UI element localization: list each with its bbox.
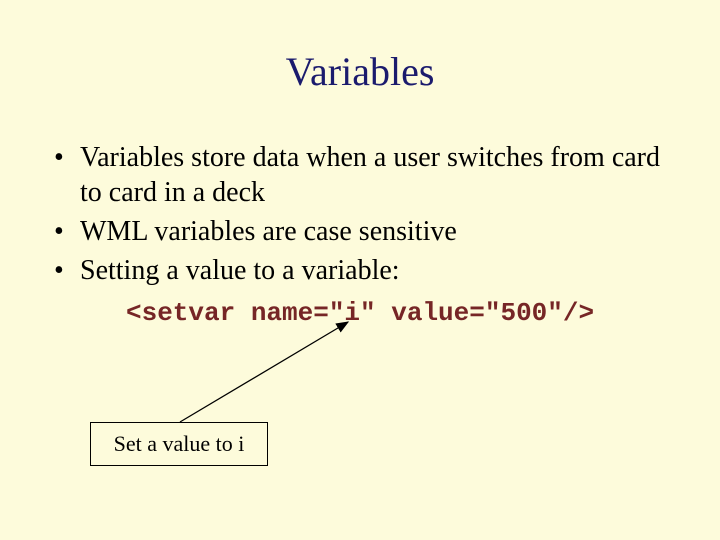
callout-box: Set a value to i [90, 422, 268, 466]
bullet-item: Setting a value to a variable: [54, 253, 680, 288]
callout-text: Set a value to i [114, 431, 245, 457]
bullet-list: Variables store data when a user switche… [54, 140, 680, 292]
arrow-icon [170, 316, 360, 428]
bullet-item: Variables store data when a user switche… [54, 140, 680, 210]
bullet-item: WML variables are case sensitive [54, 214, 680, 249]
slide: Variables Variables store data when a us… [0, 0, 720, 540]
slide-title: Variables [0, 48, 720, 95]
